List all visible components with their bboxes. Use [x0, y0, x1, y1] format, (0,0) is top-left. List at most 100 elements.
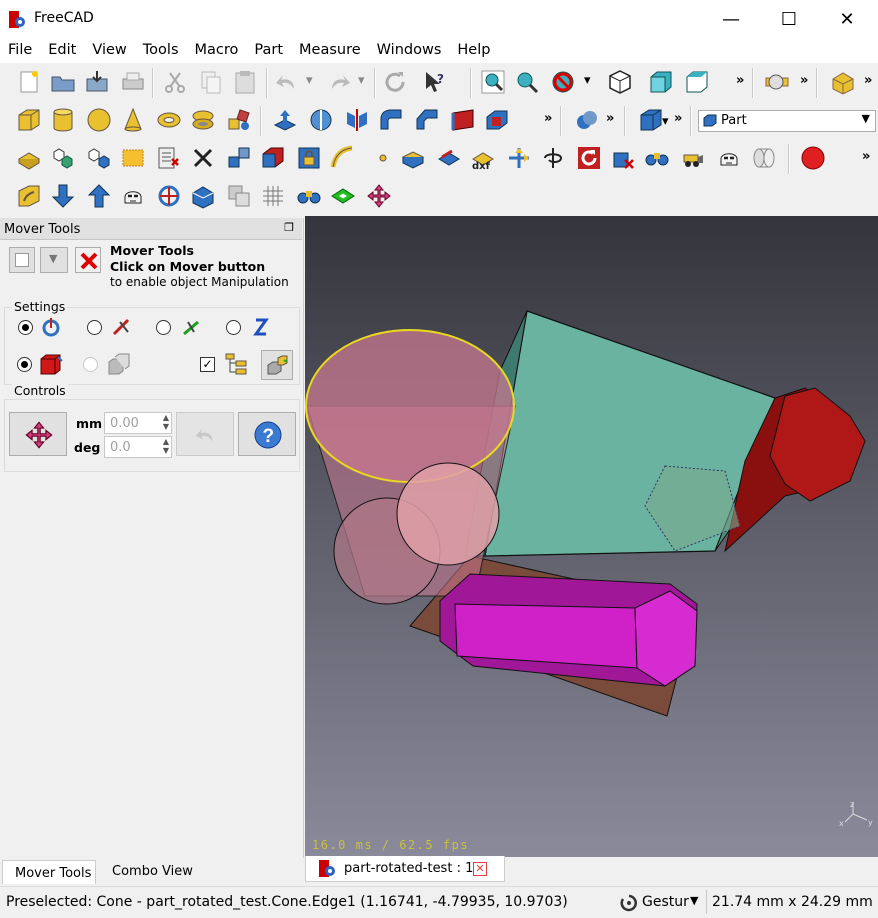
dxf-import-icon[interactable]: dxf [470, 145, 496, 171]
copy-icon[interactable] [198, 69, 224, 95]
menu-file[interactable]: File [0, 38, 40, 63]
defeaturing-icon[interactable] [156, 145, 182, 171]
chevron-down-icon[interactable]: ▼ [690, 894, 698, 907]
part-make-face-icon[interactable] [450, 107, 476, 133]
undo-move-button[interactable] [176, 412, 234, 456]
align-icon[interactable] [506, 145, 532, 171]
macro-record-icon[interactable] [800, 145, 826, 171]
menu-help[interactable]: Help [449, 38, 498, 63]
view-top-icon[interactable] [684, 69, 710, 95]
part-extrude-icon[interactable] [272, 107, 298, 133]
radio-axis-x[interactable] [87, 320, 102, 335]
menu-edit[interactable]: Edit [40, 38, 84, 63]
save-icon[interactable] [84, 69, 110, 95]
radio-move-copy[interactable] [83, 357, 98, 372]
plane-icon[interactable] [330, 183, 356, 209]
undo-icon[interactable] [274, 69, 300, 95]
menu-measure[interactable]: Measure [291, 38, 369, 63]
part-chamfer-icon[interactable] [414, 107, 440, 133]
grid-icon[interactable] [260, 183, 286, 209]
spin-arrows-icon[interactable]: ▲ ▼ [163, 413, 169, 431]
toolbar-overflow-icon[interactable]: » [862, 149, 870, 164]
bulldozer-icon[interactable] [680, 145, 706, 171]
part-tube-icon[interactable] [190, 107, 216, 133]
binocular-icon[interactable] [296, 183, 322, 209]
point-icon[interactable] [370, 145, 396, 171]
stormtrooper-icon[interactable] [716, 145, 742, 171]
menu-windows[interactable]: Windows [369, 38, 450, 63]
stormtrooper-icon[interactable] [120, 183, 146, 209]
view-isometric-icon[interactable] [607, 69, 633, 95]
menu-view[interactable]: View [84, 38, 134, 63]
toolbar-overflow-icon[interactable]: » [736, 73, 744, 88]
redo-icon[interactable] [326, 69, 352, 95]
menu-macro[interactable]: Macro [187, 38, 247, 63]
tab-mover-tools[interactable]: Mover Tools [2, 860, 96, 884]
radio-move-solid[interactable] [17, 357, 32, 372]
refresh-icon[interactable] [382, 69, 408, 95]
deg-spinbox[interactable]: 0.0 ▲ ▼ [104, 436, 172, 458]
move-button[interactable] [9, 412, 67, 456]
spin-arrows-icon[interactable]: ▲ ▼ [163, 437, 169, 455]
mover-dropdown-button[interactable]: ▼ [40, 247, 68, 273]
paste-icon[interactable] [232, 69, 258, 95]
part-revolve-icon[interactable] [308, 107, 334, 133]
move-down-icon[interactable] [50, 183, 76, 209]
draw-style-dropdown-icon[interactable]: ▾ [584, 73, 591, 88]
radio-axis-z[interactable] [226, 320, 241, 335]
toolbar-overflow-icon[interactable]: » [606, 111, 614, 126]
navigation-style-label[interactable]: Gestur [642, 894, 689, 910]
redo-dropdown-icon[interactable]: ▾ [358, 73, 365, 88]
part-boolean-icon[interactable] [574, 107, 600, 133]
radio-rotate-mode[interactable] [18, 320, 33, 335]
part-box-icon[interactable] [830, 69, 856, 95]
binocular-icon[interactable] [644, 145, 670, 171]
part-cone-icon[interactable] [120, 107, 146, 133]
shape-from-mesh-icon[interactable] [16, 145, 42, 171]
undock-icon[interactable]: ❐ [284, 221, 294, 234]
tab-document[interactable]: part-rotated-test : 1* ✕ [305, 856, 505, 882]
part-container-icon[interactable] [638, 107, 664, 133]
attachment-icon[interactable] [226, 145, 252, 171]
sketch-icon[interactable] [16, 183, 42, 209]
reset-placement-icon[interactable] [576, 145, 602, 171]
rotate-axis-icon[interactable] [540, 145, 566, 171]
align-button[interactable] [261, 350, 293, 380]
radio-axis-y[interactable] [156, 320, 171, 335]
part-mirror-icon[interactable] [344, 107, 370, 133]
menu-tools[interactable]: Tools [135, 38, 187, 63]
draw-style-icon[interactable] [550, 69, 576, 95]
open-file-icon[interactable] [50, 69, 76, 95]
container-dropdown-icon[interactable]: ▾ [662, 114, 669, 129]
toolbar-overflow-icon[interactable]: » [800, 73, 808, 88]
print-icon[interactable] [120, 69, 146, 95]
delete-icon[interactable] [190, 145, 216, 171]
view-fit-all-icon[interactable] [480, 69, 506, 95]
tab-combo-view[interactable]: Combo View [100, 860, 200, 882]
new-file-icon[interactable] [16, 69, 42, 95]
part-torus-icon[interactable] [156, 107, 182, 133]
workbench-selector[interactable]: Part ▼ [698, 110, 876, 132]
part-cut-icon[interactable] [484, 107, 510, 133]
part-box-icon[interactable] [16, 107, 42, 133]
close-mover-button[interactable] [75, 247, 101, 273]
move-up-icon[interactable] [86, 183, 112, 209]
toolbar-overflow-icon[interactable]: » [674, 111, 682, 126]
lock-icon[interactable] [296, 145, 322, 171]
measure-tape-icon[interactable] [764, 69, 790, 95]
sweep-icon[interactable] [330, 145, 356, 171]
view-front-icon[interactable] [648, 69, 674, 95]
part-fillet-icon[interactable] [378, 107, 404, 133]
part-primitives-icon[interactable] [226, 107, 252, 133]
mover-toggle-button[interactable] [9, 247, 35, 273]
part-cylinder-icon[interactable] [50, 107, 76, 133]
3d-viewport[interactable]: z x y 16.0 ms / 62.5 fps [305, 216, 878, 857]
part-container-icon[interactable] [190, 183, 216, 209]
tube-roll-icon[interactable] [750, 145, 776, 171]
color-per-face-icon[interactable] [260, 145, 286, 171]
maximize-button[interactable]: ☐ [760, 0, 818, 38]
menu-part[interactable]: Part [246, 38, 291, 63]
explode-compound-icon[interactable] [86, 145, 112, 171]
copy-shape-icon[interactable] [226, 183, 252, 209]
close-button[interactable]: ✕ [818, 0, 876, 38]
